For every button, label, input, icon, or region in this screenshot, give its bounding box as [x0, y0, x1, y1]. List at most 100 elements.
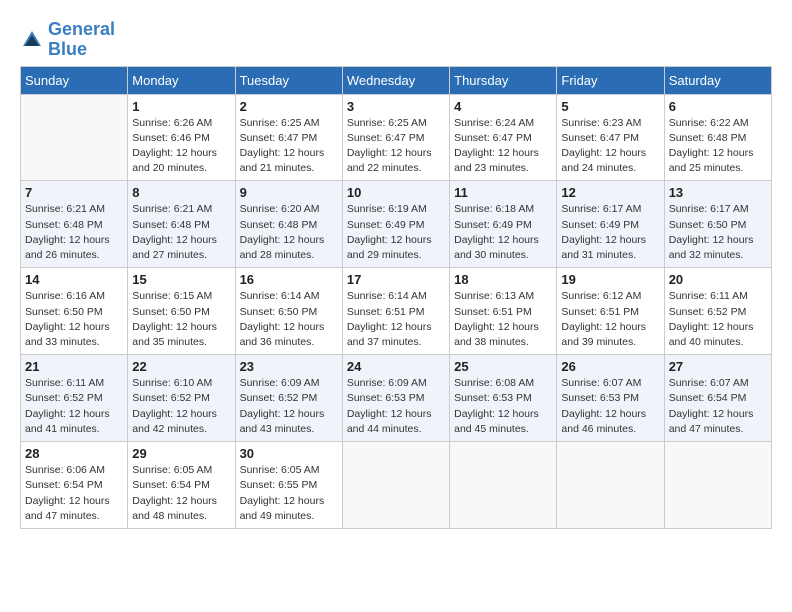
calendar-day-cell: 2Sunrise: 6:25 AMSunset: 6:47 PMDaylight… [235, 94, 342, 181]
day-info: Sunrise: 6:14 AMSunset: 6:50 PMDaylight:… [240, 289, 338, 350]
day-info: Sunrise: 6:07 AMSunset: 6:54 PMDaylight:… [669, 376, 767, 437]
day-info: Sunrise: 6:17 AMSunset: 6:50 PMDaylight:… [669, 202, 767, 263]
calendar-weekday-thursday: Thursday [450, 66, 557, 94]
day-number: 8 [132, 185, 230, 200]
day-number: 15 [132, 272, 230, 287]
day-number: 23 [240, 359, 338, 374]
calendar-day-cell [557, 442, 664, 529]
day-number: 14 [25, 272, 123, 287]
day-number: 5 [561, 99, 659, 114]
calendar-day-cell: 16 Sunrise: 6:14 AMSunset: 6:50 PMDayligh… [235, 268, 342, 355]
day-info: Sunrise: 6:06 AMSunset: 6:54 PMDaylight:… [25, 463, 123, 524]
calendar-day-cell: 14Sunrise: 6:16 AMSunset: 6:50 PMDayligh… [21, 268, 128, 355]
day-number: 27 [669, 359, 767, 374]
calendar-week-row: 1 Sunrise: 6:26 AMSunset: 6:46 PMDaylight… [21, 94, 772, 181]
day-number: 25 [454, 359, 552, 374]
day-number: 13 [669, 185, 767, 200]
calendar-week-row: 21Sunrise: 6:11 AMSunset: 6:52 PMDayligh… [21, 355, 772, 442]
day-info: Sunrise: 6:21 AMSunset: 6:48 PMDaylight:… [25, 202, 123, 263]
calendar-day-cell [21, 94, 128, 181]
calendar-day-cell: 11 Sunrise: 6:18 AMSunset: 6:49 PMDayligh… [450, 181, 557, 268]
day-info: Sunrise: 6:26 AMSunset: 6:46 PMDaylight:… [132, 116, 230, 177]
calendar-day-cell: 6 Sunrise: 6:22 AMSunset: 6:48 PMDaylight… [664, 94, 771, 181]
calendar-day-cell: 25Sunrise: 6:08 AMSunset: 6:53 PMDayligh… [450, 355, 557, 442]
day-number: 30 [240, 446, 338, 461]
day-info: Sunrise: 6:05 AMSunset: 6:54 PMDaylight:… [132, 463, 230, 524]
day-number: 6 [669, 99, 767, 114]
calendar-day-cell [664, 442, 771, 529]
day-info: Sunrise: 6:20 AMSunset: 6:48 PMDaylight:… [240, 202, 338, 263]
day-number: 4 [454, 99, 552, 114]
day-number: 28 [25, 446, 123, 461]
day-number: 24 [347, 359, 445, 374]
calendar-weekday-sunday: Sunday [21, 66, 128, 94]
calendar-day-cell: 12 Sunrise: 6:17 AMSunset: 6:49 PMDayligh… [557, 181, 664, 268]
calendar-week-row: 7 Sunrise: 6:21 AMSunset: 6:48 PMDaylight… [21, 181, 772, 268]
day-number: 16 [240, 272, 338, 287]
day-info: Sunrise: 6:22 AMSunset: 6:48 PMDaylight:… [669, 116, 767, 177]
day-info: Sunrise: 6:25 AMSunset: 6:47 PMDaylight:… [347, 116, 445, 177]
calendar-day-cell: 15 Sunrise: 6:15 AMSunset: 6:50 PMDayligh… [128, 268, 235, 355]
calendar-week-row: 14Sunrise: 6:16 AMSunset: 6:50 PMDayligh… [21, 268, 772, 355]
day-number: 12 [561, 185, 659, 200]
day-info: Sunrise: 6:09 AMSunset: 6:52 PMDaylight:… [240, 376, 338, 437]
logo-text: General Blue [48, 20, 115, 60]
logo: General Blue [20, 20, 115, 60]
day-number: 22 [132, 359, 230, 374]
calendar-day-cell: 17Sunrise: 6:14 AMSunset: 6:51 PMDayligh… [342, 268, 449, 355]
calendar-day-cell: 24 Sunrise: 6:09 AMSunset: 6:53 PMDayligh… [342, 355, 449, 442]
day-info: Sunrise: 6:15 AMSunset: 6:50 PMDaylight:… [132, 289, 230, 350]
day-info: Sunrise: 6:18 AMSunset: 6:49 PMDaylight:… [454, 202, 552, 263]
day-info: Sunrise: 6:17 AMSunset: 6:49 PMDaylight:… [561, 202, 659, 263]
day-info: Sunrise: 6:14 AMSunset: 6:51 PMDaylight:… [347, 289, 445, 350]
calendar-day-cell: 1 Sunrise: 6:26 AMSunset: 6:46 PMDaylight… [128, 94, 235, 181]
calendar-day-cell: 9 Sunrise: 6:20 AMSunset: 6:48 PMDaylight… [235, 181, 342, 268]
calendar-weekday-friday: Friday [557, 66, 664, 94]
calendar-day-cell: 20 Sunrise: 6:11 AMSunset: 6:52 PMDayligh… [664, 268, 771, 355]
logo-icon [20, 28, 44, 52]
day-number: 10 [347, 185, 445, 200]
calendar-day-cell: 4 Sunrise: 6:24 AMSunset: 6:47 PMDaylight… [450, 94, 557, 181]
day-info: Sunrise: 6:24 AMSunset: 6:47 PMDaylight:… [454, 116, 552, 177]
day-info: Sunrise: 6:25 AMSunset: 6:47 PMDaylight:… [240, 116, 338, 177]
calendar-day-cell: 5 Sunrise: 6:23 AMSunset: 6:47 PMDaylight… [557, 94, 664, 181]
calendar-day-cell: 21Sunrise: 6:11 AMSunset: 6:52 PMDayligh… [21, 355, 128, 442]
day-info: Sunrise: 6:07 AMSunset: 6:53 PMDaylight:… [561, 376, 659, 437]
calendar-day-cell: 29 Sunrise: 6:05 AMSunset: 6:54 PMDayligh… [128, 442, 235, 529]
calendar-day-cell: 19 Sunrise: 6:12 AMSunset: 6:51 PMDayligh… [557, 268, 664, 355]
day-info: Sunrise: 6:23 AMSunset: 6:47 PMDaylight:… [561, 116, 659, 177]
calendar-day-cell: 28 Sunrise: 6:06 AMSunset: 6:54 PMDayligh… [21, 442, 128, 529]
calendar-weekday-wednesday: Wednesday [342, 66, 449, 94]
day-number: 3 [347, 99, 445, 114]
day-info: Sunrise: 6:09 AMSunset: 6:53 PMDaylight:… [347, 376, 445, 437]
day-info: Sunrise: 6:11 AMSunset: 6:52 PMDaylight:… [25, 376, 123, 437]
day-info: Sunrise: 6:10 AMSunset: 6:52 PMDaylight:… [132, 376, 230, 437]
calendar-day-cell: 30Sunrise: 6:05 AMSunset: 6:55 PMDayligh… [235, 442, 342, 529]
day-info: Sunrise: 6:11 AMSunset: 6:52 PMDaylight:… [669, 289, 767, 350]
day-info: Sunrise: 6:12 AMSunset: 6:51 PMDaylight:… [561, 289, 659, 350]
day-number: 26 [561, 359, 659, 374]
day-number: 19 [561, 272, 659, 287]
calendar-weekday-saturday: Saturday [664, 66, 771, 94]
calendar-day-cell: 13 Sunrise: 6:17 AMSunset: 6:50 PMDayligh… [664, 181, 771, 268]
calendar-table: SundayMondayTuesdayWednesdayThursdayFrid… [20, 66, 772, 529]
day-info: Sunrise: 6:19 AMSunset: 6:49 PMDaylight:… [347, 202, 445, 263]
calendar-weekday-monday: Monday [128, 66, 235, 94]
day-number: 9 [240, 185, 338, 200]
day-number: 29 [132, 446, 230, 461]
calendar-day-cell: 26 Sunrise: 6:07 AMSunset: 6:53 PMDayligh… [557, 355, 664, 442]
calendar-day-cell: 18 Sunrise: 6:13 AMSunset: 6:51 PMDayligh… [450, 268, 557, 355]
calendar-week-row: 28 Sunrise: 6:06 AMSunset: 6:54 PMDayligh… [21, 442, 772, 529]
day-number: 1 [132, 99, 230, 114]
calendar-day-cell [450, 442, 557, 529]
day-number: 20 [669, 272, 767, 287]
calendar-day-cell: 22 Sunrise: 6:10 AMSunset: 6:52 PMDayligh… [128, 355, 235, 442]
day-number: 11 [454, 185, 552, 200]
calendar-day-cell: 8Sunrise: 6:21 AMSunset: 6:48 PMDaylight… [128, 181, 235, 268]
page-header: General Blue [20, 20, 772, 60]
calendar-weekday-tuesday: Tuesday [235, 66, 342, 94]
day-info: Sunrise: 6:13 AMSunset: 6:51 PMDaylight:… [454, 289, 552, 350]
day-number: 7 [25, 185, 123, 200]
day-number: 18 [454, 272, 552, 287]
calendar-day-cell: 27 Sunrise: 6:07 AMSunset: 6:54 PMDayligh… [664, 355, 771, 442]
